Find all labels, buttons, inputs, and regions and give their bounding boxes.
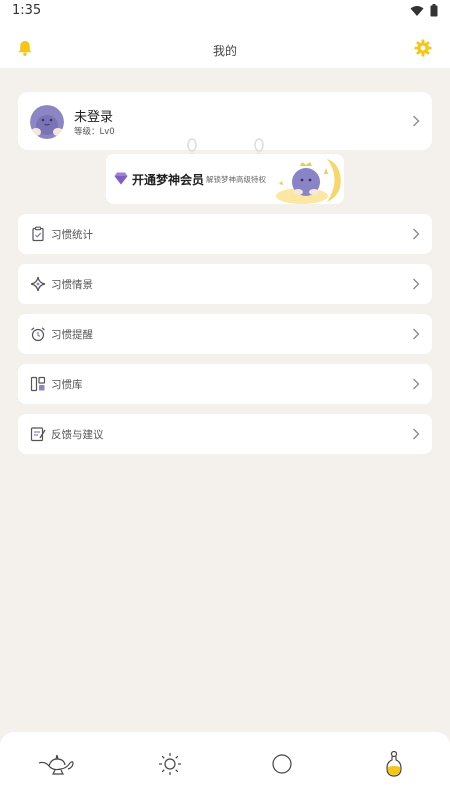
circle-icon [272, 754, 292, 774]
chevron-right-icon [413, 428, 420, 440]
profile-name: 未登录 [74, 110, 114, 125]
menu-label: 习惯情景 [51, 279, 93, 291]
nav-item-sun[interactable] [150, 744, 190, 784]
mascot-on-moon-illustration [276, 159, 341, 204]
gear-icon[interactable] [414, 39, 432, 57]
chevron-right-icon [413, 228, 420, 240]
bottom-nav [0, 732, 450, 800]
diamond-icon [114, 172, 128, 185]
chevron-right-icon [413, 115, 420, 127]
menu-label: 习惯统计 [51, 229, 93, 241]
magic-lamp-icon [38, 754, 74, 775]
top-bar: 我的 [0, 24, 450, 68]
status-icons [410, 4, 438, 17]
menu-item-habit-scenes[interactable]: 习惯情景 [18, 264, 432, 304]
clipboard-icon [32, 226, 44, 242]
menu-label: 反馈与建议 [51, 429, 104, 441]
page-title: 我的 [212, 44, 237, 58]
menu-label: 习惯库 [51, 379, 83, 391]
menu-item-habit-reminder[interactable]: 习惯提醒 [18, 314, 432, 354]
menu-label: 习惯提醒 [51, 329, 93, 341]
feedback-icon [30, 427, 46, 442]
menu-item-feedback[interactable]: 反馈与建议 [18, 414, 432, 454]
vip-banner[interactable]: 开通梦神会员 解锁梦神高级特权 [106, 154, 344, 204]
status-bar: 1:35 [0, 0, 450, 24]
chevron-right-icon [413, 328, 420, 340]
avatar[interactable] [30, 105, 64, 139]
potion-bottle-icon [386, 750, 402, 777]
battery-icon [430, 4, 438, 17]
chevron-right-icon [413, 278, 420, 290]
status-time: 1:35 [12, 3, 42, 18]
menu-item-habit-stats[interactable]: 习惯统计 [18, 214, 432, 254]
library-icon [30, 376, 46, 392]
nav-item-lamp[interactable] [36, 744, 76, 784]
profile-level: 等级：Lv0 [74, 127, 115, 137]
wifi-icon [410, 5, 424, 16]
nav-item-bottle[interactable] [374, 744, 414, 784]
vip-subtitle: 解锁梦神高级特权 [206, 175, 266, 184]
alarm-clock-icon [31, 327, 45, 342]
chevron-right-icon [413, 378, 420, 390]
nav-item-circle[interactable] [262, 744, 302, 784]
menu-item-habit-library[interactable]: 习惯库 [18, 364, 432, 404]
vip-title: 开通梦神会员 [132, 173, 205, 187]
sparkle-icon [30, 276, 46, 292]
sun-icon [159, 753, 181, 775]
